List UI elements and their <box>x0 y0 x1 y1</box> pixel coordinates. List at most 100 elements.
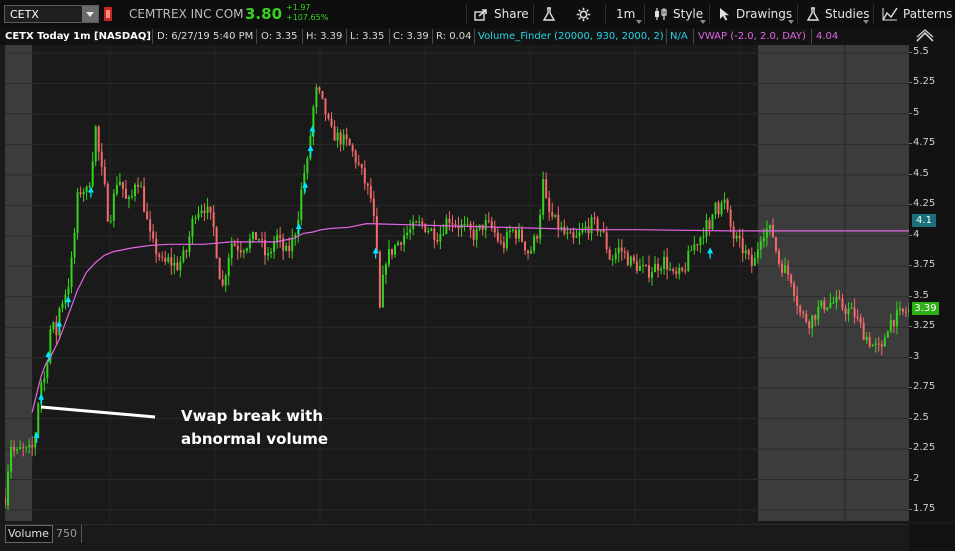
candle <box>430 227 433 232</box>
toolbar-divider <box>873 4 874 24</box>
chevron-down-icon[interactable] <box>788 20 794 24</box>
candle <box>88 182 91 189</box>
candle <box>584 220 587 233</box>
candle <box>294 232 297 246</box>
candle <box>484 214 487 239</box>
candle <box>161 251 164 262</box>
link-color-icon[interactable] <box>104 7 112 21</box>
patterns-label: Patterns <box>903 7 953 21</box>
candle <box>152 224 155 243</box>
candle <box>623 247 626 259</box>
candle <box>593 211 596 225</box>
candle <box>372 190 375 224</box>
volume-divider <box>81 525 82 543</box>
info-divider <box>666 29 667 44</box>
expand-collapse-icon[interactable] <box>914 29 936 43</box>
volume-label[interactable]: Volume <box>5 525 53 543</box>
info-divider <box>432 29 433 44</box>
candle <box>502 236 505 254</box>
chevron-down-icon[interactable] <box>636 20 642 24</box>
axis-tick-label: 2 <box>908 472 920 484</box>
candle <box>390 248 393 260</box>
candle <box>37 402 40 439</box>
signal-arrow-icon <box>307 145 314 157</box>
volume-pane[interactable]: Volume 750 <box>5 524 909 551</box>
candle <box>451 214 454 233</box>
candle <box>345 127 348 147</box>
candle <box>79 186 82 198</box>
info-divider <box>693 29 694 44</box>
share-button[interactable]: Share <box>474 4 529 24</box>
candle <box>560 221 563 232</box>
candle <box>448 211 451 231</box>
candle <box>466 217 469 227</box>
patterns-button[interactable]: Patterns <box>882 4 952 24</box>
candle <box>194 215 197 225</box>
candle <box>651 267 654 286</box>
axis-tick-label: 3.5 <box>909 289 929 301</box>
axis-tick-label: 4.5 <box>909 167 929 179</box>
axis-tick-label: 5.25 <box>908 76 936 88</box>
candle <box>276 229 279 249</box>
candle <box>554 214 557 218</box>
flask-button[interactable] <box>542 4 561 24</box>
candle <box>687 245 690 273</box>
style-button[interactable]: Style <box>654 4 703 24</box>
candle <box>94 125 97 167</box>
candle <box>744 244 747 260</box>
symbol-selector[interactable]: CETX <box>4 5 99 23</box>
candle <box>472 221 475 247</box>
candle <box>596 216 599 236</box>
study-vwap[interactable]: VWAP (-2.0, 2.0, DAY) <box>698 30 806 43</box>
candle <box>708 217 711 236</box>
signal-arrow-icon <box>707 247 714 259</box>
info-divider <box>346 29 347 44</box>
candle <box>726 197 729 213</box>
candle <box>200 204 203 218</box>
candle <box>699 236 702 254</box>
candle <box>750 247 753 274</box>
candle <box>321 90 324 100</box>
chart-annotation: Vwap break with abnormal volume <box>181 405 328 451</box>
candle <box>463 216 466 232</box>
candle <box>542 171 545 220</box>
candle <box>641 256 644 274</box>
candle <box>693 236 696 255</box>
studies-button[interactable]: Studies <box>806 4 870 24</box>
afterhours-shading <box>758 45 909 521</box>
candle <box>720 200 723 217</box>
study-volume-finder[interactable]: Volume_Finder (20000, 930, 2000, 2) <box>478 30 664 43</box>
candle <box>406 225 409 240</box>
candle <box>605 226 608 254</box>
price-chart[interactable] <box>5 45 909 521</box>
candle <box>493 220 496 238</box>
settings-button[interactable] <box>576 4 596 24</box>
axis-tick-label: 4.75 <box>908 137 936 149</box>
candle <box>753 252 756 266</box>
candle <box>436 232 439 245</box>
candle <box>124 179 127 200</box>
candle <box>115 176 118 197</box>
share-icon <box>474 8 487 21</box>
candle <box>221 270 224 288</box>
candle <box>626 249 629 266</box>
drawings-button[interactable]: Drawings <box>719 4 792 24</box>
candle <box>242 248 245 259</box>
timeframe-button[interactable]: 1m <box>616 4 635 24</box>
candle <box>572 227 575 244</box>
candle <box>315 84 318 114</box>
chevron-down-icon[interactable] <box>82 6 98 22</box>
bar-date: D: 6/27/19 5:40 PM <box>157 31 254 42</box>
chevron-down-icon[interactable] <box>700 20 706 24</box>
candle <box>300 182 303 226</box>
annotation-arrow <box>40 405 156 419</box>
candle <box>487 212 490 224</box>
share-label: Share <box>494 7 529 21</box>
candle <box>505 226 508 252</box>
chevron-down-icon[interactable] <box>863 20 869 24</box>
price-axis[interactable]: 5.5 5.25 5 4.75 4.5 4.25 4 3.75 3.5 3.25 3 2.75 2.5 2… <box>908 45 955 521</box>
info-divider <box>389 29 390 44</box>
candle <box>714 202 717 220</box>
candle <box>575 229 578 239</box>
candle <box>454 219 457 229</box>
